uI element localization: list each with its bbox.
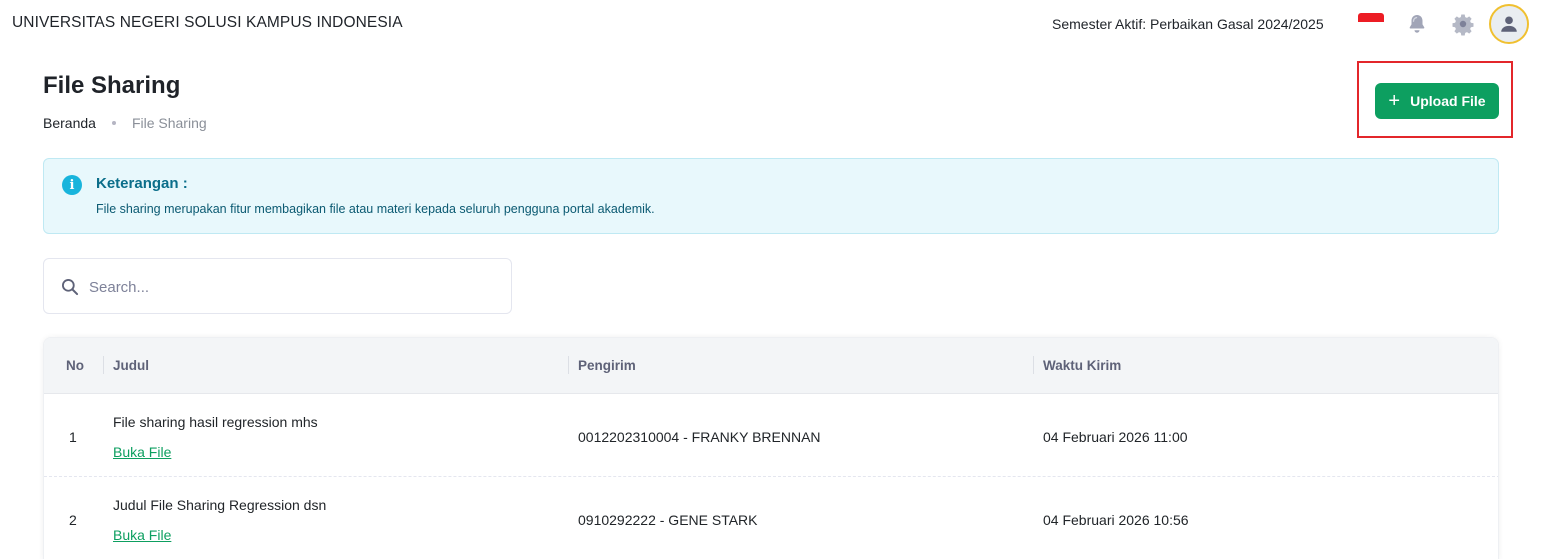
user-avatar-icon[interactable]	[1489, 4, 1529, 44]
info-icon: i	[62, 175, 82, 195]
table-header: No Judul Pengirim Waktu Kirim	[44, 338, 1498, 394]
search-icon	[61, 279, 79, 296]
gear-icon-svg	[1452, 14, 1474, 36]
bell-icon-svg	[1409, 15, 1425, 33]
top-bar: UNIVERSITAS NEGERI SOLUSI KAMPUS INDONES…	[0, 0, 1543, 48]
info-alert: i Keterangan : File sharing merupakan fi…	[43, 158, 1499, 234]
file-sharing-table: No Judul Pengirim Waktu Kirim 1 File sha…	[43, 337, 1499, 559]
table-row: 2 Judul File Sharing Regression dsn Buka…	[44, 477, 1498, 559]
sent-time: 04 Februari 2026 11:00	[1043, 429, 1188, 445]
column-header-judul[interactable]: Judul	[113, 358, 149, 373]
upload-file-label: Upload File	[1410, 93, 1486, 109]
sender: 0910292222 - GENE STARK	[578, 512, 758, 528]
sent-time: 04 Februari 2026 10:56	[1043, 512, 1189, 528]
row-number: 2	[69, 512, 77, 528]
flag-white-stripe	[1358, 22, 1384, 31]
column-separator	[1033, 356, 1034, 374]
table-row: 1 File sharing hasil regression mhs Buka…	[44, 394, 1498, 477]
file-title: File sharing hasil regression mhs	[113, 414, 318, 430]
column-separator	[103, 356, 104, 374]
university-name: UNIVERSITAS NEGERI SOLUSI KAMPUS INDONES…	[12, 14, 403, 31]
indonesia-flag-icon[interactable]	[1358, 13, 1384, 31]
flag-red-stripe	[1358, 13, 1384, 22]
breadcrumb-home-link[interactable]: Beranda	[43, 115, 96, 131]
column-separator	[568, 356, 569, 374]
page-title: File Sharing	[43, 72, 181, 99]
bell-icon[interactable]	[1405, 12, 1429, 36]
breadcrumb-current: File Sharing	[131, 115, 207, 131]
open-file-link[interactable]: Buka File	[113, 444, 171, 460]
alert-text: File sharing merupakan fitur membagikan …	[96, 202, 655, 216]
row-number: 1	[69, 429, 77, 445]
column-header-waktu-kirim[interactable]: Waktu Kirim	[1043, 358, 1121, 373]
open-file-link[interactable]: Buka File	[113, 527, 171, 543]
upload-file-button[interactable]: + Upload File	[1375, 83, 1499, 119]
file-title: Judul File Sharing Regression dsn	[113, 497, 327, 513]
active-semester-label: Semester Aktif: Perbaikan Gasal 2024/202…	[1052, 16, 1324, 32]
column-header-pengirim[interactable]: Pengirim	[578, 358, 636, 373]
alert-title: Keterangan :	[96, 175, 188, 192]
gear-icon[interactable]	[1451, 12, 1475, 36]
user-silhouette-icon	[1501, 16, 1517, 32]
column-header-no[interactable]: No	[66, 358, 84, 373]
breadcrumb: Beranda File Sharing	[43, 115, 207, 131]
sender: 0012202310004 - FRANKY BRENNAN	[578, 429, 821, 445]
breadcrumb-separator	[111, 121, 116, 125]
plus-icon: +	[1388, 90, 1401, 112]
search-input[interactable]	[89, 273, 489, 301]
search-box	[43, 258, 512, 314]
